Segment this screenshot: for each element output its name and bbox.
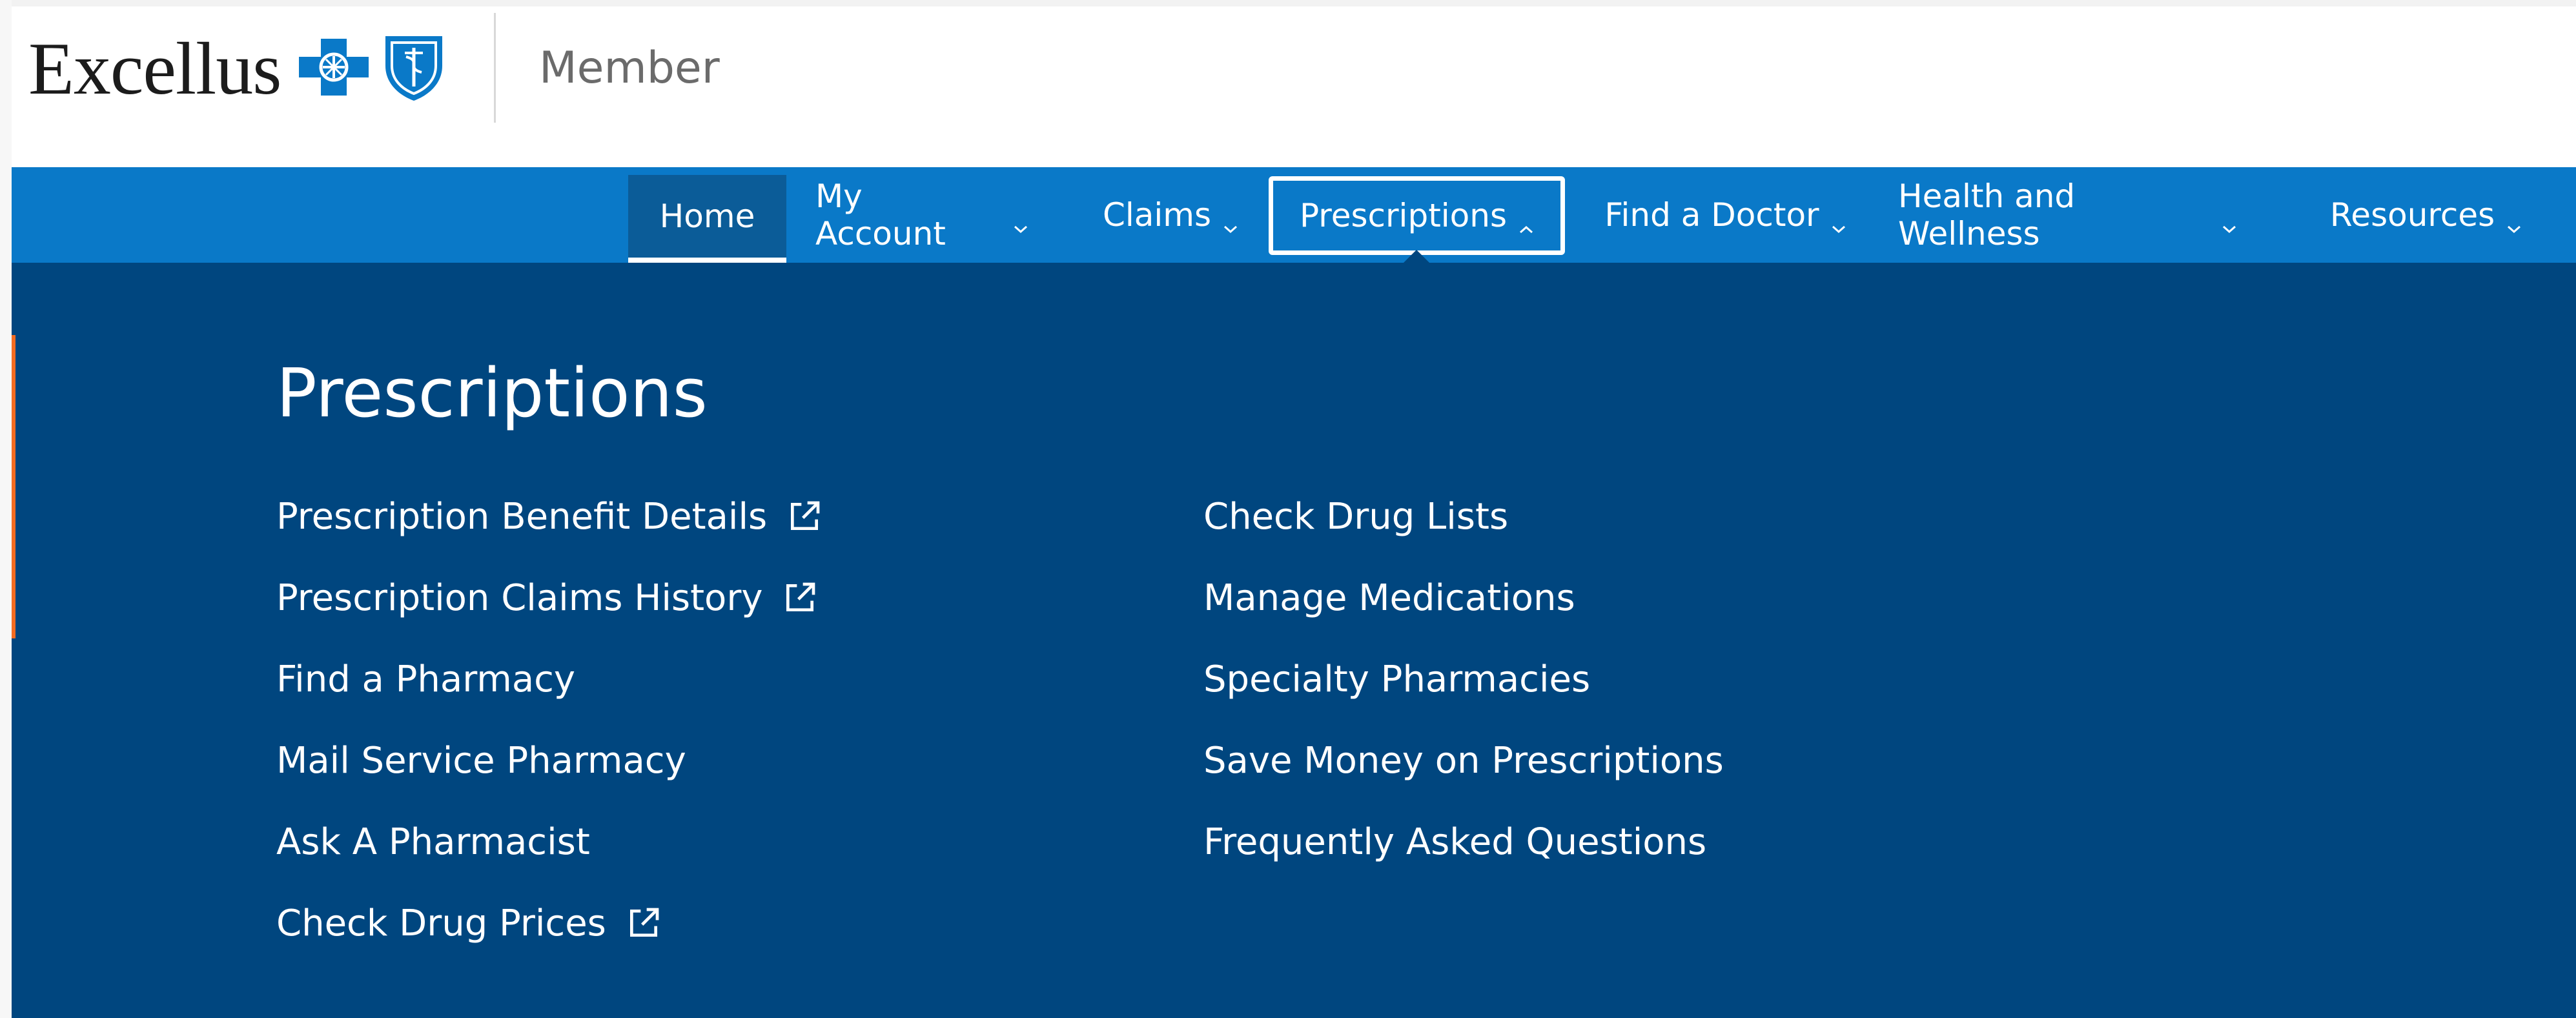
chevron-up-icon [1518,208,1534,234]
nav-home[interactable]: Home [628,175,786,263]
left-strip [0,0,12,1018]
nav-health-and-wellness[interactable]: Health and Wellness [1898,175,2237,255]
link-label: Manage Medications [1203,576,1575,619]
link-find-a-pharmacy[interactable]: Find a Pharmacy [276,638,823,720]
nav-find-a-doctor[interactable]: Find a Doctor [1602,175,1849,255]
external-link-icon [786,498,823,534]
dropdown-caret [1402,250,1431,264]
logo-marks [295,31,446,107]
link-specialty-pharmacies[interactable]: Specialty Pharmacies [1203,638,1724,720]
nav-claims-label: Claims [1102,196,1212,234]
link-mail-service-pharmacy[interactable]: Mail Service Pharmacy [276,720,823,801]
top-shadow [0,0,2576,6]
link-prescription-benefit-details[interactable]: Prescription Benefit Details [276,476,823,557]
prescriptions-dropdown-panel: Prescriptions Prescription Benefit Detai… [12,263,2576,1018]
chevron-down-icon [2506,207,2522,234]
chevron-down-icon [1831,207,1846,234]
link-label: Ask A Pharmacist [276,820,590,863]
link-label: Check Drug Prices [276,902,606,944]
link-label: Prescription Benefit Details [276,495,768,538]
link-frequently-asked-questions[interactable]: Frequently Asked Questions [1203,801,1724,882]
chevron-down-icon [2222,207,2237,234]
link-check-drug-prices[interactable]: Check Drug Prices [276,882,823,964]
link-label: Frequently Asked Questions [1203,820,1707,863]
external-link-icon [782,580,818,616]
side-accent-bar [12,335,15,638]
link-check-drug-lists[interactable]: Check Drug Lists [1203,476,1724,557]
main-nav: Home My Account Claims Prescriptions Fin… [12,167,2576,263]
link-label: Specialty Pharmacies [1203,658,1591,700]
nav-my-account[interactable]: My Account [815,175,1028,255]
nav-home-label: Home [659,198,755,235]
chevron-down-icon [1013,207,1028,234]
dropdown-title: Prescriptions [276,354,708,433]
blue-shield-icon [382,31,446,107]
nav-prescriptions[interactable]: Prescriptions [1269,176,1565,255]
nav-my-account-label: My Account [815,178,946,252]
nav-prescriptions-label: Prescriptions [1299,197,1508,234]
link-label: Prescription Claims History [276,576,763,619]
external-link-icon [626,905,662,941]
dropdown-right-column: Check Drug Lists Manage Medications Spec… [1203,476,1724,882]
nav-health-and-wellness-label: Health and Wellness [1898,178,2076,252]
link-label: Find a Pharmacy [276,658,576,700]
header-divider [494,13,496,123]
nav-resources[interactable]: Resources [2302,175,2550,255]
page-frame: Excellus Member Home My Account Claims P… [12,6,2576,1018]
link-prescription-claims-history[interactable]: Prescription Claims History [276,557,823,638]
blue-cross-icon [295,35,373,103]
link-manage-medications[interactable]: Manage Medications [1203,557,1724,638]
member-section-label: Member [539,43,720,94]
dropdown-left-column: Prescription Benefit Details Prescriptio… [276,476,823,964]
nav-claims[interactable]: Claims [1093,175,1248,255]
brand-name: Excellus [28,27,281,110]
link-save-money-on-prescriptions[interactable]: Save Money on Prescriptions [1203,720,1724,801]
link-ask-a-pharmacist[interactable]: Ask A Pharmacist [276,801,823,882]
site-header: Excellus Member [12,6,2576,167]
brand-logo[interactable]: Excellus [28,31,446,107]
link-label: Check Drug Lists [1203,495,1509,538]
nav-find-a-doctor-label: Find a Doctor [1604,196,1819,234]
nav-resources-label: Resources [2329,196,2495,234]
link-label: Save Money on Prescriptions [1203,739,1724,782]
chevron-down-icon [1223,207,1238,234]
link-label: Mail Service Pharmacy [276,739,686,782]
